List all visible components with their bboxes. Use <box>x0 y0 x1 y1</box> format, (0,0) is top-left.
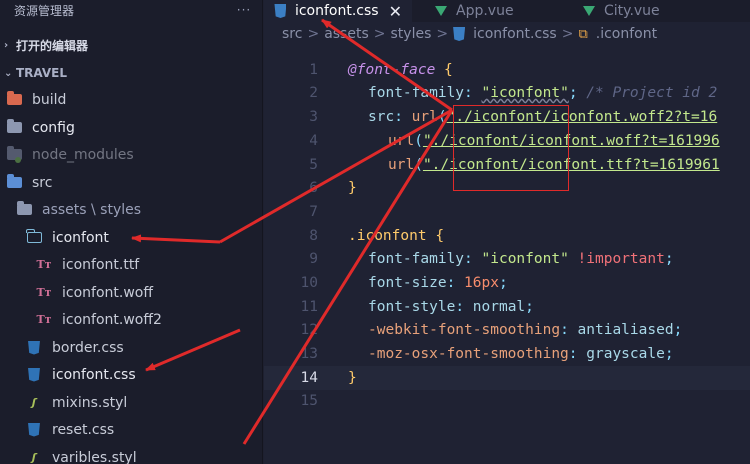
line-number: 11 <box>300 299 318 315</box>
line-number: 12 <box>300 322 318 338</box>
line-number: 8 <box>309 228 318 244</box>
more-actions-icon[interactable]: ··· <box>226 3 262 17</box>
vue-file-icon <box>582 6 596 16</box>
code-line: 7 <box>264 200 750 224</box>
code-line: 1 @font-face { <box>264 58 750 82</box>
chevron-right-icon: › <box>4 39 9 51</box>
workspace-label: TRAVEL <box>16 66 68 80</box>
line-number: 13 <box>300 346 318 362</box>
editor-area: iconfont.css ✕ App.vue City.vue src > as… <box>264 0 750 464</box>
tree-item-iconfont-woff[interactable]: Tт iconfont.woff <box>0 279 262 306</box>
tree-item-mixins-styl[interactable]: ʃ mixins.styl <box>0 389 262 416</box>
line-number: 15 <box>300 393 318 409</box>
css-file-icon <box>274 4 287 18</box>
tree-item-iconfont-folder[interactable]: iconfont <box>0 224 262 251</box>
font-file-icon: Tт <box>36 258 52 271</box>
tree-item-label: mixins.styl <box>52 394 128 411</box>
folder-src-icon <box>6 174 22 190</box>
tree-item-node-modules[interactable]: node_modules <box>0 141 262 168</box>
open-editors-label: 打开的编辑器 <box>16 38 89 53</box>
explorer-sidebar: 资源管理器 ··· › 打开的编辑器 ⌄ TRAVEL build config… <box>0 0 263 464</box>
code-line: 8 .iconfont { <box>264 224 750 248</box>
breadcrumb: src > assets > styles > iconfont.css > ⧉… <box>282 26 658 42</box>
code-line: 12 -webkit-font-smoothing: antialiased; <box>264 318 750 342</box>
tree-item-iconfont-css[interactable]: iconfont.css <box>0 361 262 388</box>
tree-item-label: assets \ styles <box>42 201 142 218</box>
close-icon[interactable]: ✕ <box>389 2 402 21</box>
folder-build-icon <box>6 91 22 107</box>
workspace-section[interactable]: ⌄ TRAVEL <box>0 58 262 88</box>
line-number: 2 <box>309 85 318 101</box>
code-line: 10 font-size: 16px; <box>264 271 750 295</box>
tree-item-label: border.css <box>52 339 124 356</box>
tree-item-border-css[interactable]: border.css <box>0 334 262 361</box>
code-line: 2 font-family: "iconfont"; /* Project id… <box>264 81 750 105</box>
tab-city-vue[interactable]: City.vue <box>560 0 750 22</box>
tab-iconfont-css[interactable]: iconfont.css ✕ <box>264 0 412 22</box>
css-file-icon <box>453 27 466 41</box>
chevron-down-icon: ⌄ <box>4 67 13 79</box>
folder-node-icon <box>6 146 22 163</box>
font-file-icon: Tт <box>36 286 52 299</box>
css-file-icon <box>26 367 42 382</box>
line-number: 14 <box>300 370 318 386</box>
annotation-highlight-box <box>453 105 569 191</box>
tree-item-iconfont-woff2[interactable]: Tт iconfont.woff2 <box>0 306 262 333</box>
tree-item-config[interactable]: config <box>0 114 262 141</box>
tab-label: City.vue <box>604 3 660 19</box>
tree-item-reset-css[interactable]: reset.css <box>0 416 262 443</box>
tree-item-label: iconfont.woff <box>62 284 153 301</box>
tree-item-src[interactable]: src <box>0 169 262 196</box>
line-number: 4 <box>309 133 318 149</box>
line-number: 9 <box>309 251 318 267</box>
tree-item-label: reset.css <box>52 421 115 438</box>
stylus-file-icon: ʃ <box>31 396 37 409</box>
line-number: 3 <box>309 109 318 125</box>
tree-item-label: node_modules <box>32 146 134 163</box>
tree-item-label: build <box>32 91 67 108</box>
breadcrumb-styles[interactable]: styles <box>391 26 432 42</box>
code-line: 11 font-style: normal; <box>264 295 750 319</box>
tab-label: App.vue <box>456 3 514 19</box>
breadcrumb-assets[interactable]: assets <box>324 26 369 42</box>
font-file-icon: Tт <box>36 313 52 326</box>
line-number: 6 <box>309 180 318 196</box>
tree-item-label: iconfont.css <box>52 366 136 383</box>
explorer-title: 资源管理器 <box>14 3 75 18</box>
line-number: 10 <box>300 275 318 291</box>
breadcrumb-file[interactable]: iconfont.css <box>473 26 557 42</box>
tree-item-build[interactable]: build <box>0 86 262 113</box>
tree-item-label: iconfont.woff2 <box>62 311 162 328</box>
folder-open-icon <box>25 229 42 245</box>
explorer-header: 资源管理器 ··· <box>0 0 262 20</box>
css-file-icon <box>26 422 42 437</box>
vue-file-icon <box>434 6 448 16</box>
tree-item-assets-styles[interactable]: assets \ styles <box>0 196 262 223</box>
folder-icon <box>16 201 32 217</box>
tree-item-label: iconfont <box>52 229 109 246</box>
code-line: 15 <box>264 389 750 413</box>
stylus-file-icon: ʃ <box>31 451 37 464</box>
tree-item-label: src <box>32 174 53 191</box>
tree-item-label: varibles.styl <box>52 449 137 464</box>
breadcrumb-symbol[interactable]: .iconfont <box>596 26 657 42</box>
folder-config-icon <box>6 119 22 135</box>
tab-app-vue[interactable]: App.vue <box>412 0 560 22</box>
symbol-class-icon: ⧉ <box>578 26 588 42</box>
code-line: 9 font-family: "iconfont" !important; <box>264 247 750 271</box>
line-number: 1 <box>309 62 318 78</box>
code-line-current: 14 } <box>264 366 750 390</box>
tree-item-label: config <box>32 119 75 136</box>
breadcrumb-src[interactable]: src <box>282 26 302 42</box>
tree-item-iconfont-ttf[interactable]: Tт iconfont.ttf <box>0 251 262 278</box>
tree-item-varibles-styl[interactable]: ʃ varibles.styl <box>0 444 262 464</box>
line-number: 5 <box>309 157 318 173</box>
tree-item-label: iconfont.ttf <box>62 256 140 273</box>
editor-tabs: iconfont.css ✕ App.vue City.vue <box>264 0 750 22</box>
code-line: 13 -moz-osx-font-smoothing: grayscale; <box>264 342 750 366</box>
line-number: 7 <box>309 204 318 220</box>
tab-label: iconfont.css <box>294 3 379 19</box>
css-file-icon <box>26 340 42 355</box>
open-editors-section[interactable]: › 打开的编辑器 <box>0 30 262 60</box>
